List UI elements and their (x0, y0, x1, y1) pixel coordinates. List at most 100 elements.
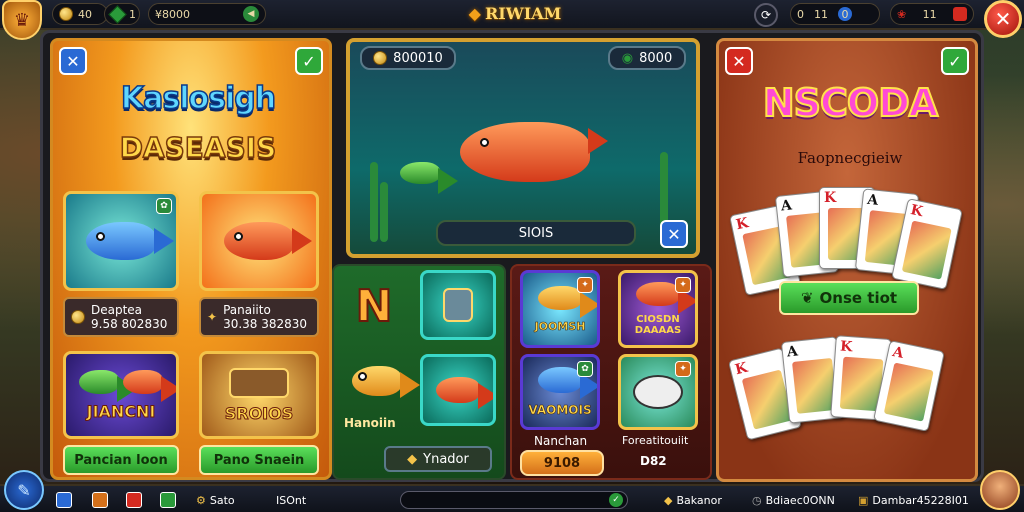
tile-badge-icon: ✦ (577, 277, 593, 293)
coin-value: 40 (78, 7, 92, 21)
card-panel-title: NSCODA (762, 80, 939, 126)
red-fish-icon (123, 369, 176, 402)
tools-icon[interactable]: ✕ (660, 220, 688, 248)
confirm-icon[interactable]: ✓ (295, 47, 323, 75)
refresh-icon[interactable]: ⟳ (754, 3, 778, 27)
flag-icon[interactable] (126, 491, 142, 509)
confirm-icon[interactable]: ✓ (941, 47, 969, 75)
panel-title-line2: DASEASIS (119, 130, 277, 165)
banner-gem-counter: ◉ 8000 (608, 46, 686, 70)
add-balance-icon[interactable]: ◀ (243, 6, 259, 22)
tile-info-value: 30.38 382830 (223, 317, 308, 331)
title-text: RIWIAM (484, 3, 562, 23)
tile-info-value: 9.58 802830 (91, 317, 168, 331)
big-letter: N (355, 280, 394, 333)
card-rank: A (786, 343, 799, 361)
top-bar: ♛ 40 1 ¥8000 ◀ ◆ RIWIAM ⟳ 0 11 0 ❀ 11 (0, 0, 1024, 40)
counter-c: 0 (838, 7, 852, 21)
onse-tiot-label: Onse tiot (819, 289, 898, 307)
settings-icon[interactable]: ✕ (59, 47, 87, 75)
select-tile-3[interactable]: VAOMOIS ✿ (520, 354, 600, 430)
coin-icon (373, 51, 388, 65)
pancian-button[interactable]: Pancian loon (63, 445, 179, 475)
gem-icon (108, 4, 127, 24)
shop-icon[interactable] (92, 491, 108, 509)
counters: 0 11 0 (790, 3, 880, 25)
mode-tile-jiancni[interactable]: JIANCNI (63, 351, 179, 439)
card-rank: K (824, 190, 837, 206)
green-fish-icon (79, 369, 137, 402)
tile-caption: JIANCNI (86, 401, 156, 421)
player-avatar[interactable] (980, 470, 1020, 510)
close-button[interactable]: ✕ (984, 0, 1022, 38)
bakanor-label: Bakanor (676, 493, 722, 507)
select-tile-1[interactable]: JOOMSH ✦ (520, 270, 600, 348)
tile-badge-icon: ✿ (156, 198, 172, 214)
price-button-left[interactable]: 9108 (520, 450, 604, 476)
chat-input[interactable]: ✓ (400, 491, 628, 509)
gear-icon: ⚙ (196, 493, 206, 507)
bdiaec-item[interactable]: ◷ Bdiaec0ONN (752, 491, 835, 509)
fish-tile-red[interactable] (199, 191, 319, 291)
compass-icon[interactable]: ✎ (4, 470, 44, 510)
tile-badge-icon: ✦ (675, 361, 691, 377)
onse-tiot-button[interactable]: ❦ Onse tiot (779, 281, 919, 315)
tile-info-title: Deaptea (91, 303, 143, 317)
balance-field[interactable]: ¥8000 ◀ (148, 3, 266, 25)
notification-icon[interactable] (953, 7, 967, 21)
banner-coin-counter: 800010 (360, 46, 456, 70)
ynador-button[interactable]: ◆ Ynador (384, 446, 492, 472)
tile-info-1: Deaptea 9.58 802830 (63, 297, 179, 337)
level-indicator[interactable]: ❀ 11 (890, 3, 974, 25)
creature-icon (633, 375, 683, 409)
reel-tile[interactable] (420, 270, 496, 340)
game-logo-icon[interactable]: ♛ (2, 0, 42, 40)
fish-label: Hanoiin (344, 416, 396, 430)
send-icon[interactable]: ✓ (609, 493, 623, 507)
tile-caption: CIOSDN DAAAAS (634, 314, 682, 336)
tile-badge-icon: ✿ (577, 361, 593, 377)
coin-icon (59, 7, 73, 21)
diamond-icon: ◆ (407, 451, 418, 467)
select-tile-2[interactable]: CIOSDN DAAAAS ✦ (618, 270, 698, 348)
mode-tile-sroios[interactable]: SROIOS (199, 351, 319, 439)
card-rank: A (866, 191, 879, 209)
seaweed (370, 162, 378, 242)
balance-value: ¥8000 (155, 7, 190, 21)
card-rank: A (780, 197, 793, 215)
coin-counter[interactable]: 40 (52, 3, 108, 25)
dambar-item[interactable]: ▣ Dambar45228I01 (858, 491, 969, 509)
banner-coin-value: 800010 (393, 50, 443, 66)
card-panel-subtitle: Faopnecgieiw (797, 149, 903, 167)
card-rank: K (909, 202, 925, 221)
stats-icon[interactable] (160, 491, 176, 509)
small-fish-icon (400, 162, 458, 194)
slot-panel: N Hanoiin ◆ Ynador (332, 264, 506, 480)
redfish-tile[interactable] (420, 354, 496, 426)
close-panel-icon[interactable]: ✕ (725, 47, 753, 75)
tile-caption: VAOMOIS (528, 403, 592, 418)
level-value: 11 (922, 7, 937, 21)
tile-caption: JOOMSH (534, 319, 586, 333)
ynador-label: Ynador (423, 451, 469, 467)
clock-icon: ◷ (752, 493, 762, 507)
fish-tile-blue[interactable]: ✿ (63, 191, 179, 291)
gold-fish-icon (352, 366, 420, 398)
select-tile-4[interactable]: ✦ (618, 354, 698, 430)
pano-button[interactable]: Pano Snaein (199, 445, 319, 475)
aquarium-banner[interactable]: 800010 ◉ 8000 SIOIS ✕ (346, 38, 700, 258)
settings-item[interactable]: ⚙ Sato (196, 491, 235, 509)
counter-b: 11 (814, 7, 828, 21)
leaf-icon: ❦ (800, 289, 814, 307)
panel-title-line1: Kaslosigh (120, 80, 277, 117)
red-fish-icon (636, 282, 695, 314)
coin-icon (71, 310, 85, 324)
bakanor-item[interactable]: ◆ Bakanor (664, 491, 722, 509)
gem-counter[interactable]: 1 (104, 3, 140, 25)
diamond-icon: ◆ (468, 3, 481, 23)
gift-icon[interactable] (56, 491, 72, 509)
banner-label: SIOIS (436, 220, 636, 246)
chest-icon: ▣ (858, 493, 869, 507)
bottom-bar: ⚙ Sato ISOnt ✓ ◆ Bakanor ◷ Bdiaec0ONN ▣ … (0, 484, 1024, 512)
fish-select-panel: JOOMSH ✦ CIOSDN DAAAAS ✦ VAOMOIS ✿ ✦ Nan… (510, 264, 712, 480)
